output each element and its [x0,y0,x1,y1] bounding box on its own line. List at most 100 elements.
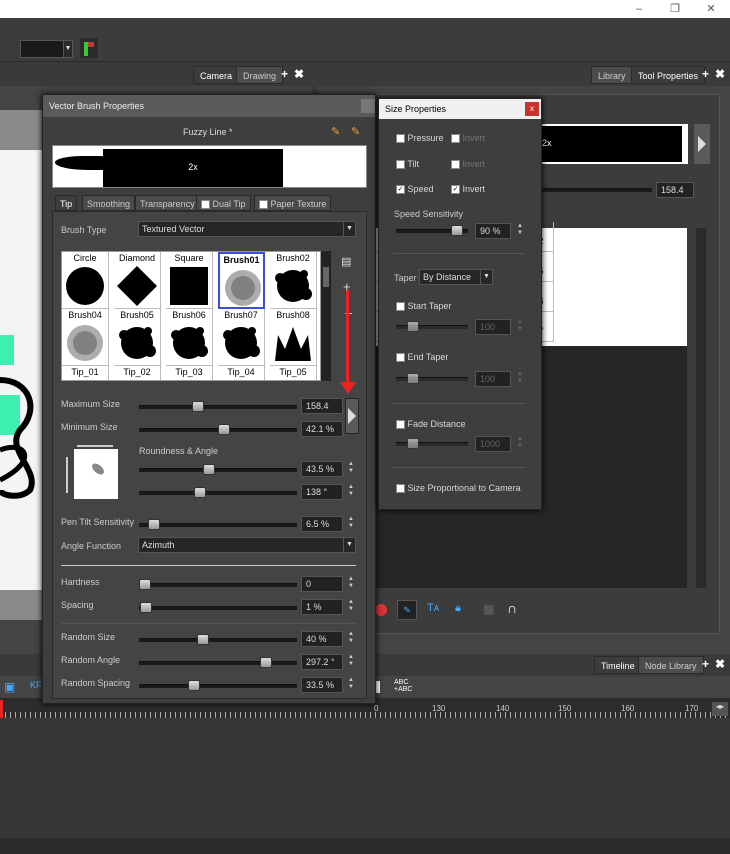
playhead[interactable] [0,700,3,718]
brush-tip-cell[interactable]: Brush05 [114,309,161,366]
speed-sensitivity-spinner[interactable]: ▲ ▼ [516,223,524,237]
size-properties-close-button[interactable]: x [525,102,539,116]
tab-tip[interactable]: Tip [55,195,78,211]
fade-distance-field[interactable]: 1000 [475,436,511,452]
angle-field[interactable]: 138 ° [301,484,343,500]
random-spacing-track[interactable] [139,684,297,688]
random-spacing-field[interactable]: 33.5 % [301,677,343,693]
random-angle-field[interactable]: 297.2 ° [301,654,343,670]
lock-icon[interactable]: 🔒︎ [455,602,461,615]
toolbar-combo[interactable] [20,40,64,58]
zoom-handle-icon[interactable]: ◂▸ [712,702,728,716]
fade-distance-checkbox[interactable] [396,420,405,430]
start-taper-field[interactable]: 100 [475,319,511,335]
spacing-field[interactable]: 1 % [301,599,343,615]
max-size-knob[interactable] [191,401,204,412]
drawing-canvas[interactable] [0,150,42,590]
camera-icon[interactable]: ▣ [4,680,15,694]
marker-icon[interactable] [376,681,380,693]
angle-function-select[interactable]: Azimuth ▼ [138,537,356,553]
brush-tip-cell[interactable]: Brush08 [270,309,317,366]
roundness-knob[interactable] [202,464,215,475]
angle-spinner[interactable]: ▲ ▼ [347,484,355,498]
close-window-button[interactable]: ✕ [704,2,718,16]
tab-camera[interactable]: Camera [193,66,240,84]
start-taper-checkbox[interactable] [396,302,405,312]
brush-type-select[interactable]: Textured Vector ▼ [138,221,356,237]
start-taper-knob[interactable] [407,321,419,332]
end-taper-field[interactable]: 100 [475,371,511,387]
speed-sensitivity-knob[interactable] [451,225,463,236]
tool-size-field[interactable]: 158.4 [656,182,694,198]
max-size-track[interactable] [139,405,297,409]
brush-tip-cell[interactable]: Brush06 [166,309,213,366]
angle-track[interactable] [139,491,297,495]
brush-tip-cell[interactable]: Tip_01 [62,366,109,380]
timeline-area[interactable] [0,718,730,838]
close-timeline-tab-icon[interactable]: ✖ [715,657,725,671]
tab-paper-texture[interactable]: Paper Texture [254,195,332,211]
brush-tip-grid[interactable]: Circle Diamond Square Brush01 Brush02 Brush04… [61,251,321,381]
minimize-button[interactable]: – [632,2,646,16]
start-taper-spinner[interactable]: ▲ ▼ [516,319,524,333]
brush-grid-scroll-thumb[interactable] [323,267,329,287]
spacing-track[interactable] [139,606,297,610]
pen-tilt-field[interactable]: 6.5 % [301,516,343,532]
speed-invert-checkbox[interactable]: ✓ [451,185,460,195]
brush-tip-cell[interactable]: Brush02 [270,252,317,309]
dialog-close-button[interactable] [361,99,375,113]
hardness-field[interactable]: 0 [301,576,343,592]
brush-icon[interactable]: ✎ [397,600,417,620]
random-size-spinner[interactable]: ▲ ▼ [347,631,355,645]
abc-icon[interactable]: ABC +ABC [394,679,412,693]
pen-tilt-spinner[interactable]: ▲ ▼ [347,516,355,530]
record-icon[interactable] [375,604,387,616]
tab-library[interactable]: Library [591,66,633,84]
pen-tilt-knob[interactable] [148,519,161,530]
tool-size-track[interactable] [542,188,652,192]
save-preset-icon[interactable]: ✎ [331,125,340,138]
fade-distance-spinner[interactable]: ▲ ▼ [516,436,524,450]
restore-button[interactable]: ❐ [668,2,682,16]
hardness-knob[interactable] [139,579,151,590]
min-size-knob[interactable] [217,424,230,435]
fade-distance-knob[interactable] [407,438,419,449]
random-spacing-knob[interactable] [187,680,200,691]
tab-smoothing[interactable]: Smoothing [82,195,136,211]
text-icon[interactable]: Tᴀ [427,602,439,614]
brush-tip-cell[interactable]: Circle [62,252,109,309]
tab-node-library[interactable]: Node Library [638,656,704,674]
brush-tip-cell[interactable]: Tip_02 [114,366,161,380]
grid-icon[interactable]: ▦ [483,602,494,616]
tilt-checkbox[interactable] [396,160,405,170]
end-taper-spinner[interactable]: ▲ ▼ [516,371,524,385]
min-size-field[interactable]: 42.1 % [301,421,343,437]
pressure-invert-checkbox[interactable] [451,134,460,144]
brush-tip-cell[interactable]: Tip_05 [270,366,317,380]
roundness-field[interactable]: 43.5 % [301,461,343,477]
chevron-down-icon[interactable]: ▼ [63,40,73,58]
random-size-track[interactable] [139,638,297,642]
random-angle-spinner[interactable]: ▲ ▼ [347,654,355,668]
hardness-spinner[interactable]: ▲ ▼ [347,576,355,590]
dual-tip-checkbox[interactable] [201,200,210,210]
random-spacing-spinner[interactable]: ▲ ▼ [347,677,355,691]
add-timeline-tab-icon[interactable]: + [702,657,709,671]
random-size-field[interactable]: 40 % [301,631,343,647]
brush-menu-icon[interactable]: ▤ [341,255,351,268]
angle-knob[interactable] [194,487,207,498]
brush-tip-cell[interactable]: Square [166,252,213,309]
hardness-track[interactable] [139,583,297,587]
tab-timeline[interactable]: Timeline [594,656,642,674]
max-size-field[interactable]: 158.4 [301,398,343,414]
end-taper-knob[interactable] [407,373,419,384]
tool-grid-scrollbar[interactable] [696,228,706,588]
end-taper-checkbox[interactable] [396,353,405,363]
add-tab-icon[interactable]: + [702,67,709,81]
tab-dual-tip[interactable]: Dual Tip [196,195,251,211]
random-angle-track[interactable] [139,661,297,665]
close-tab-icon[interactable]: ✖ [715,67,725,81]
spacing-spinner[interactable]: ▲ ▼ [347,599,355,613]
brush-tip-cell[interactable]: Brush04 [62,309,109,366]
rename-preset-icon[interactable]: ✎ [351,125,360,138]
